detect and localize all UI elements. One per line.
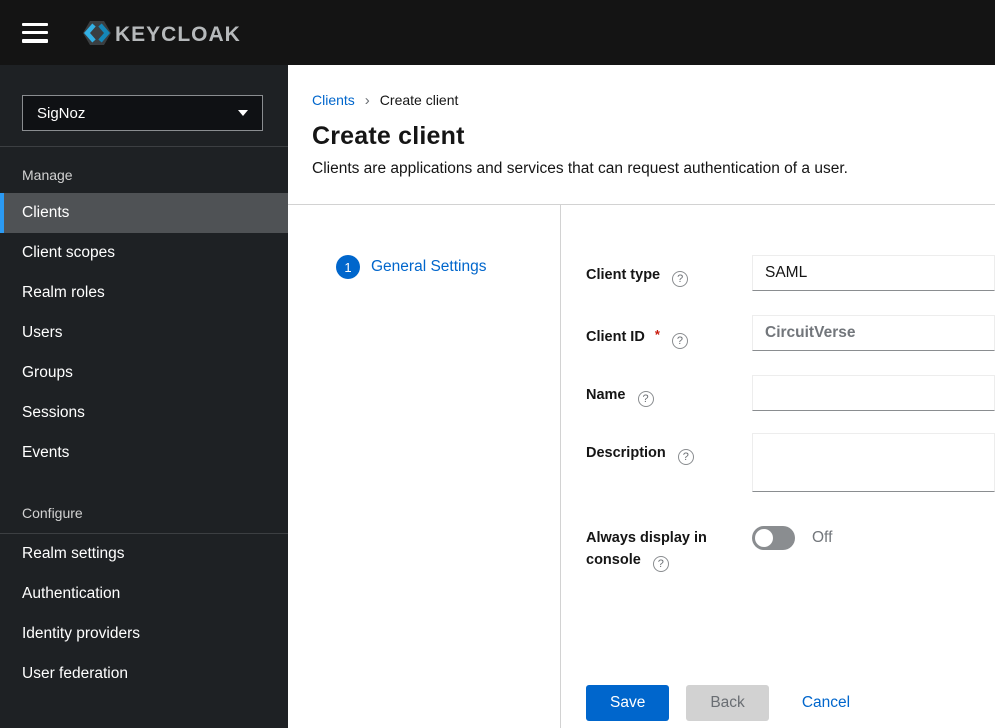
create-client-wizard: 1 General Settings Client type ? SAML Cl… [288, 205, 995, 728]
client-type-row: Client type ? [586, 255, 995, 291]
sidebar-item-client-scopes[interactable]: Client scopes [0, 233, 288, 273]
realm-selector-block: SigNoz [0, 65, 288, 147]
client-type-select[interactable] [752, 255, 995, 291]
general-settings-form: Client type ? Client ID * ? [561, 205, 995, 728]
name-label: Name ? [586, 375, 752, 411]
help-icon[interactable]: ? [637, 391, 654, 407]
main-content: Clients › Create client Create client Cl… [288, 65, 995, 728]
breadcrumb-current: Create client [379, 92, 459, 108]
help-icon[interactable]: ? [672, 271, 689, 287]
sidebar-item-user-federation[interactable]: User federation [0, 654, 288, 694]
keycloak-logo-icon: KEYCLOAK [83, 20, 241, 46]
caret-down-icon [238, 110, 248, 116]
keycloak-logo[interactable]: KEYCLOAK [76, 15, 242, 51]
nav-section-manage: Manage Clients Client scopes Realm roles… [0, 147, 288, 473]
nav-section-configure: Configure Realm settings Authentication … [0, 505, 288, 694]
page-title: Create client [312, 122, 465, 150]
always-display-label: Always display in console ? [586, 530, 707, 572]
back-button[interactable]: Back [686, 685, 769, 721]
step-label: General Settings [371, 258, 487, 275]
realm-selector[interactable]: SigNoz [22, 95, 263, 131]
toggle-knob [755, 529, 773, 547]
help-icon[interactable]: ? [671, 333, 688, 349]
always-display-row: Always display in console ? Off [586, 524, 995, 572]
description-textarea[interactable] [752, 433, 995, 492]
sidebar-item-authentication[interactable]: Authentication [0, 574, 288, 614]
sidebar-item-realm-settings[interactable]: Realm settings [0, 534, 288, 574]
breadcrumb-clients-link[interactable]: Clients [312, 92, 355, 108]
sidebar-item-users[interactable]: Users [0, 313, 288, 353]
masthead: KEYCLOAK [0, 0, 995, 65]
page-subtitle: Clients are applications and services th… [312, 160, 848, 177]
nav-section-title: Manage [22, 167, 73, 183]
nav-section-title: Configure [0, 505, 288, 534]
name-row: Name ? [586, 375, 995, 411]
form-actions: Save Back Cancel [586, 685, 995, 721]
name-input[interactable] [752, 375, 995, 411]
sidebar-item-groups[interactable]: Groups [0, 353, 288, 393]
save-button[interactable]: Save [586, 685, 670, 721]
sidebar-item-events[interactable]: Events [0, 433, 288, 473]
client-id-row: Client ID * ? [586, 315, 995, 351]
client-type-label: Client type ? [586, 255, 752, 291]
description-row: Description ? [586, 433, 995, 497]
help-icon[interactable]: ? [677, 449, 694, 465]
keycloak-admin-console: KEYCLOAK SigNoz Manage Clients Client sc… [0, 0, 995, 728]
client-id-label: Client ID * ? [586, 315, 752, 351]
wizard-step-general-settings[interactable]: 1 General Settings [288, 255, 560, 279]
step-number-badge: 1 [336, 255, 360, 279]
sidebar: SigNoz Manage Clients Client scopes Real… [0, 65, 288, 728]
breadcrumb: Clients › Create client [312, 92, 971, 108]
help-icon[interactable]: ? [652, 556, 669, 572]
required-indicator: * [654, 327, 660, 342]
sidebar-item-clients[interactable]: Clients [0, 193, 288, 233]
sidebar-item-sessions[interactable]: Sessions [0, 393, 288, 433]
sidebar-item-identity-providers[interactable]: Identity providers [0, 614, 288, 654]
toggle-state-label: Off [812, 529, 833, 546]
always-display-toggle[interactable] [752, 526, 795, 550]
nav-toggle-hamburger-icon[interactable] [22, 22, 48, 43]
realm-selector-value: SigNoz [37, 104, 86, 122]
chevron-right-icon: › [364, 91, 370, 109]
description-label: Description ? [586, 433, 752, 497]
client-id-input[interactable] [752, 315, 995, 351]
cancel-button[interactable]: Cancel [802, 694, 850, 712]
page-header: Clients › Create client Create client Cl… [288, 65, 995, 205]
svg-text:KEYCLOAK: KEYCLOAK [115, 23, 241, 46]
sidebar-item-realm-roles[interactable]: Realm roles [0, 273, 288, 313]
wizard-steps-nav: 1 General Settings [288, 205, 561, 728]
